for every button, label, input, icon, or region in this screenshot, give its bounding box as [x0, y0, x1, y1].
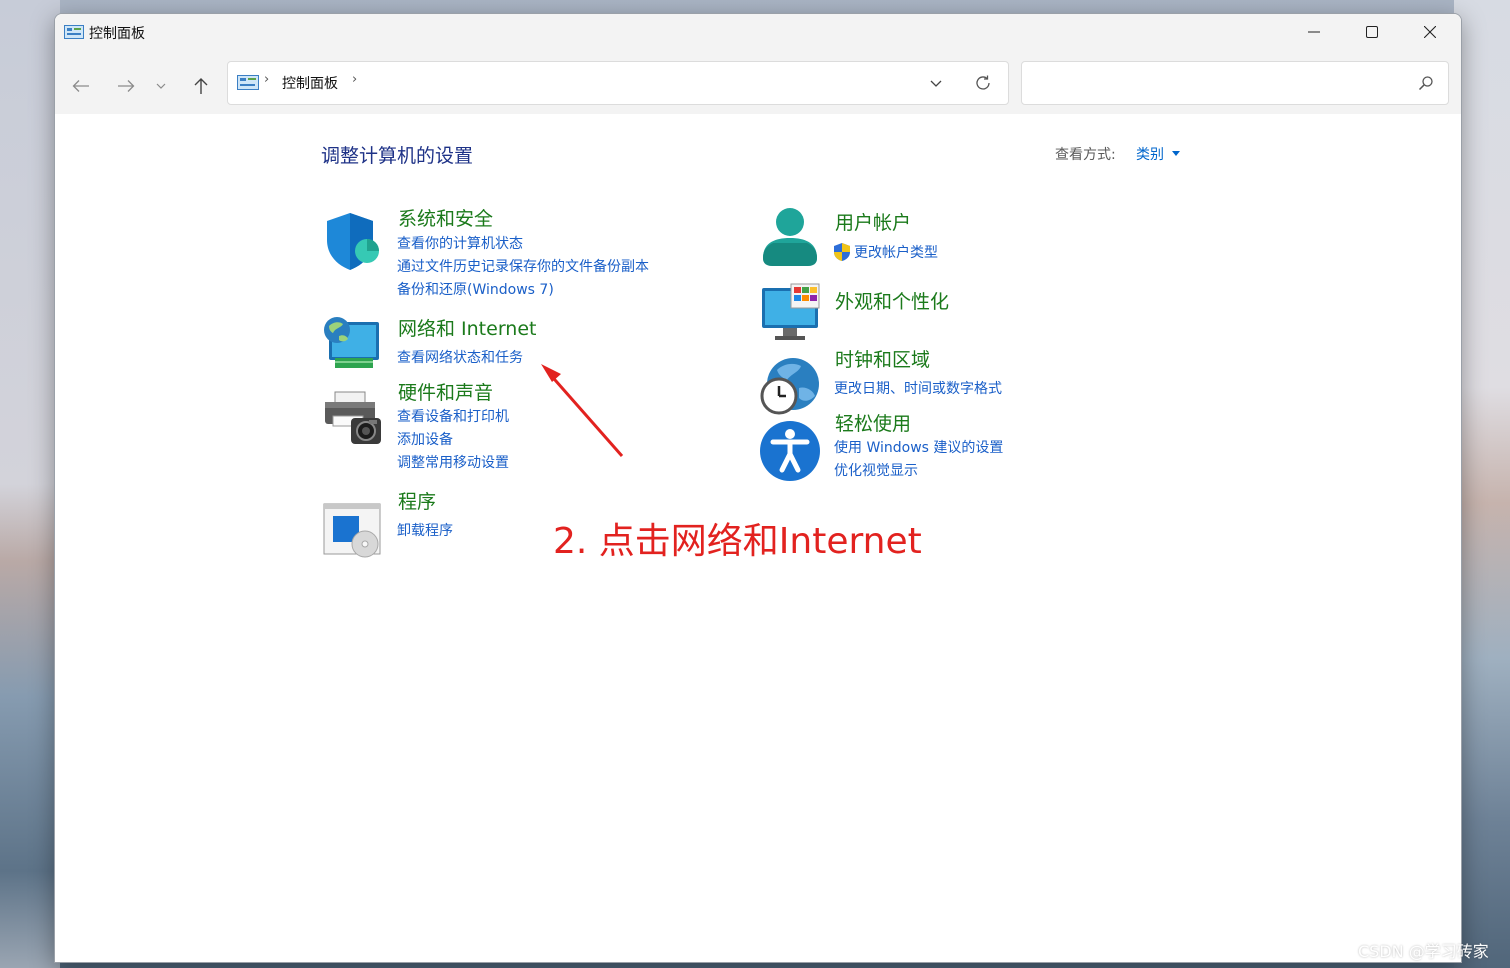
main-content: 调整计算机的设置 查看方式: 类别 系统和安全 查看你的计算机状态 通过文件历史…: [55, 114, 1461, 962]
search-box[interactable]: [1021, 61, 1449, 105]
link-optimize-visual-display[interactable]: 优化视觉显示: [834, 460, 918, 480]
category-user-accounts[interactable]: 用户帐户: [835, 208, 911, 235]
link-add-device[interactable]: 添加设备: [397, 429, 453, 449]
category-appearance-personalization[interactable]: 外观和个性化: [835, 287, 949, 314]
address-dropdown-button[interactable]: [924, 74, 948, 92]
back-arrow-icon: [72, 80, 89, 92]
shield-icon[interactable]: [321, 210, 383, 272]
breadcrumb-separator[interactable]: ›: [264, 72, 269, 87]
category-clock-region[interactable]: 时钟和区域: [835, 345, 930, 372]
up-arrow-icon: [194, 78, 208, 94]
search-icon: [1418, 76, 1433, 91]
csdn-watermark: CSDN @学习砖家: [1358, 942, 1489, 961]
up-button[interactable]: [187, 74, 215, 98]
category-programs[interactable]: 程序: [398, 487, 436, 514]
back-button[interactable]: [67, 74, 95, 98]
link-view-network-status[interactable]: 查看网络状态和任务: [397, 347, 523, 367]
breadcrumb-control-panel[interactable]: 控制面板: [282, 73, 338, 93]
refresh-icon: [976, 75, 990, 90]
navigation-bar: › 控制面板 ›: [55, 50, 1461, 114]
control-panel-window: 控制面板 › 控制面板 › 调整计算机的设置 查看方式: 类别 系统和安全 查看…: [54, 13, 1462, 963]
forward-arrow-icon: [118, 80, 135, 92]
category-ease-of-access[interactable]: 轻松使用: [835, 409, 911, 436]
category-system-security[interactable]: 系统和安全: [398, 204, 493, 231]
link-change-account-type[interactable]: 更改帐户类型: [854, 242, 938, 262]
user-account-icon[interactable]: [759, 206, 821, 268]
close-icon: [1424, 26, 1436, 38]
title-bar: 控制面板: [55, 14, 1461, 50]
category-network-internet[interactable]: 网络和 Internet: [398, 314, 536, 341]
link-devices-printers[interactable]: 查看设备和打印机: [397, 406, 509, 426]
link-windows-recommended-settings[interactable]: 使用 Windows 建议的设置: [834, 437, 1003, 457]
link-view-computer-status[interactable]: 查看你的计算机状态: [397, 233, 523, 253]
close-button[interactable]: [1401, 14, 1459, 50]
monitor-personalization-icon[interactable]: [759, 282, 821, 344]
control-panel-icon: [237, 75, 259, 90]
desktop-wallpaper-left: [0, 0, 60, 968]
control-panel-icon: [64, 25, 84, 39]
caret-down-icon[interactable]: [1172, 151, 1180, 156]
category-hardware-sound[interactable]: 硬件和声音: [398, 378, 493, 405]
link-mobility-settings[interactable]: 调整常用移动设置: [397, 452, 509, 472]
programs-icon[interactable]: [321, 498, 383, 560]
minimize-icon: [1308, 31, 1320, 33]
view-by-label: 查看方式:: [1055, 147, 1116, 163]
view-by-dropdown[interactable]: 类别: [1136, 144, 1164, 164]
address-bar[interactable]: › 控制面板 ›: [227, 61, 1009, 105]
forward-button[interactable]: [112, 74, 140, 98]
maximize-button[interactable]: [1343, 14, 1401, 50]
annotation-text: 2. 点击网络和Internet: [553, 521, 922, 562]
link-file-history[interactable]: 通过文件历史记录保存你的文件备份副本: [397, 256, 649, 276]
refresh-button[interactable]: [970, 72, 996, 94]
printer-camera-icon[interactable]: [321, 388, 383, 450]
breadcrumb-separator[interactable]: ›: [352, 72, 357, 87]
page-title: 调整计算机的设置: [321, 145, 474, 167]
accessibility-icon[interactable]: [759, 420, 821, 482]
chevron-down-icon: [930, 80, 942, 87]
link-uninstall-program[interactable]: 卸载程序: [397, 520, 453, 540]
link-backup-restore[interactable]: 备份和还原(Windows 7): [397, 279, 554, 299]
recent-locations-button[interactable]: [151, 74, 171, 98]
clock-globe-icon[interactable]: [759, 356, 821, 418]
window-title: 控制面板: [89, 26, 145, 42]
network-globe-icon[interactable]: [321, 314, 383, 376]
desktop-wallpaper-right: [1454, 0, 1510, 968]
maximize-icon: [1366, 26, 1378, 38]
link-change-date-time-format[interactable]: 更改日期、时间或数字格式: [834, 378, 1002, 398]
uac-shield-icon: [834, 243, 850, 261]
chevron-down-icon: [156, 83, 166, 89]
minimize-button[interactable]: [1285, 14, 1343, 50]
